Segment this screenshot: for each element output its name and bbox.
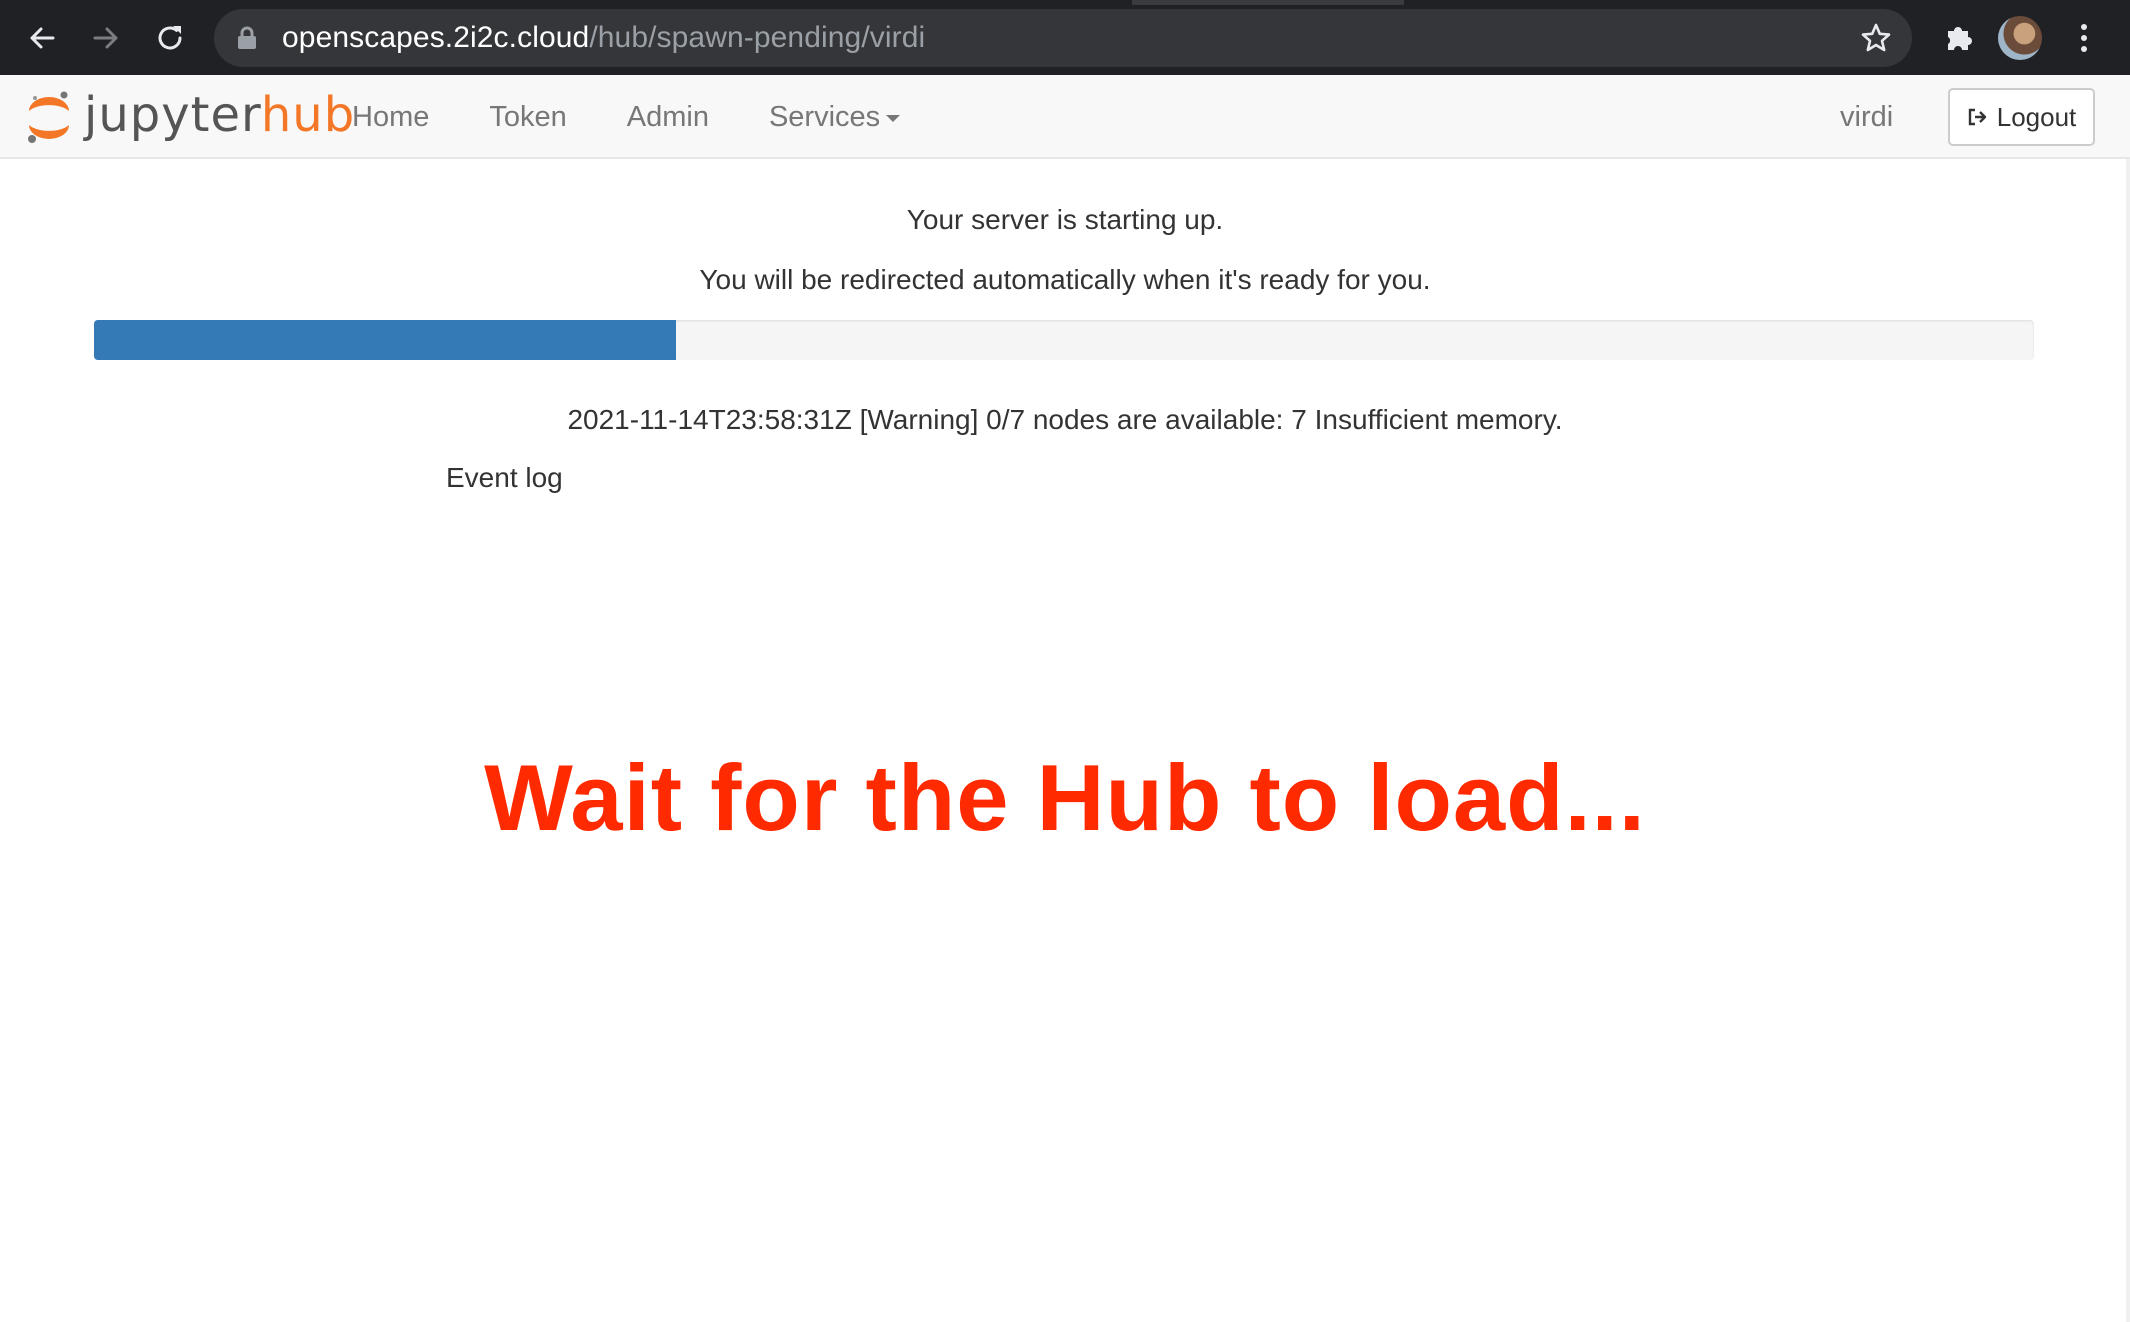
jupyter-logo-mark [28, 91, 69, 143]
profile-avatar[interactable] [1998, 16, 2042, 60]
nav-links: Home Token Admin Services [322, 75, 930, 159]
address-bar[interactable]: openscapes.2i2c.cloud/hub/spawn-pending/… [214, 9, 1912, 67]
back-arrow-icon [30, 27, 55, 49]
star-icon[interactable] [1860, 22, 1892, 54]
page-edge [2126, 159, 2130, 1322]
progress-bar-fill [94, 320, 676, 360]
wait-overlay-caption: Wait for the Hub to load... [484, 745, 1646, 850]
caret-down-icon [886, 114, 901, 122]
back-button[interactable] [14, 14, 70, 62]
starting-message: Your server is starting up. [906, 204, 1224, 235]
nav-home[interactable]: Home [322, 75, 459, 159]
jupyterhub-navbar: jupyterhub Home Token Admin Services vir… [0, 75, 2130, 159]
reload-button[interactable] [142, 14, 198, 62]
logo-text-jupyter: jupyter [84, 87, 261, 143]
nav-services-label: Services [768, 101, 881, 133]
forward-arrow-icon [93, 27, 118, 49]
logo-wordmark: jupyterhub [84, 89, 355, 141]
more-vert-icon [2081, 24, 2087, 52]
nav-services-dropdown[interactable]: Services [739, 75, 930, 159]
url-text: openscapes.2i2c.cloud/hub/spawn-pending/… [282, 9, 925, 67]
extensions-button[interactable] [1935, 14, 1983, 62]
redirect-message: You will be redirected automatically whe… [699, 264, 1431, 295]
url-host: openscapes.2i2c.cloud [282, 21, 590, 54]
jupyterhub-logo[interactable]: jupyterhub [26, 87, 354, 147]
progress-bar [94, 320, 2034, 360]
event-log-toggle[interactable]: Event log [446, 462, 563, 494]
nav-token[interactable]: Token [459, 75, 596, 159]
nav-admin[interactable]: Admin [597, 75, 739, 159]
progress-message: 2021-11-14T23:58:31Z [Warning] 0/7 nodes… [567, 404, 1563, 435]
extensions-puzzle-icon [1948, 27, 1972, 50]
browser-menu-button[interactable] [2064, 14, 2104, 62]
url-path: /hub/spawn-pending/virdi [589, 21, 926, 54]
logout-button[interactable]: Logout [1948, 88, 2095, 146]
forward-button[interactable] [78, 14, 134, 62]
logout-label: Logout [1996, 101, 2077, 132]
lock-icon [238, 26, 256, 49]
sign-out-icon [1968, 108, 1986, 126]
tab-strip-edge [1132, 0, 1404, 5]
browser-toolbar: openscapes.2i2c.cloud/hub/spawn-pending/… [0, 0, 2130, 75]
current-user: virdi [1840, 101, 1894, 133]
reload-icon [158, 26, 182, 50]
